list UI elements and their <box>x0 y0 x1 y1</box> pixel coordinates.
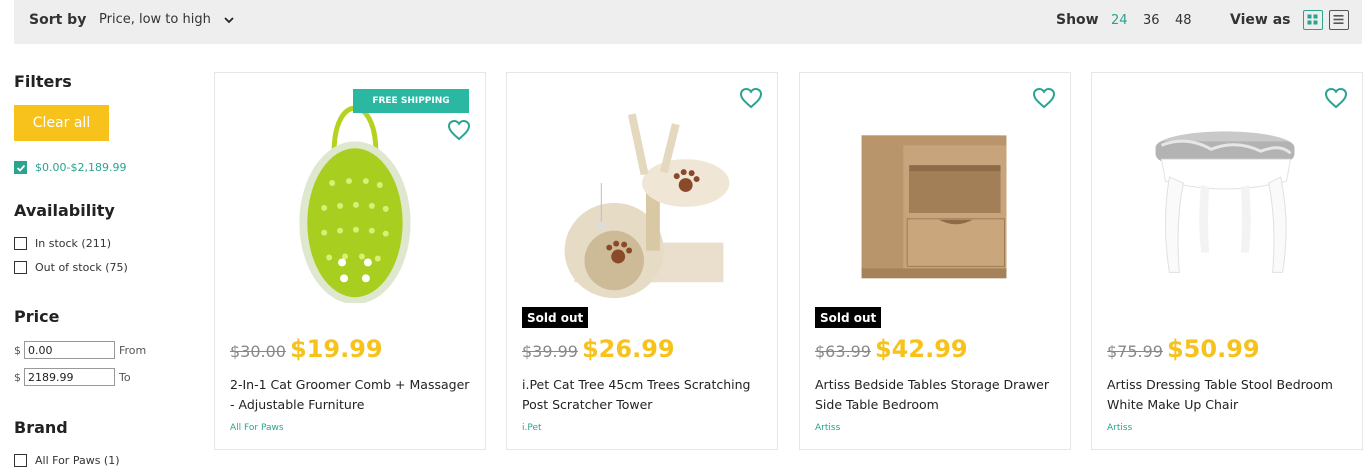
product-brand[interactable]: i.Pet <box>522 423 542 433</box>
sort-dropdown[interactable]: Price, low to high <box>99 12 235 27</box>
checkbox[interactable] <box>14 261 27 274</box>
checkbox-checked-icon <box>14 161 27 174</box>
product-card[interactable]: $75.99 $50.99 Artiss Dressing Table Stoo… <box>1091 72 1363 450</box>
view-as-label: View as <box>1230 12 1291 28</box>
show-option-48[interactable]: 48 <box>1175 13 1192 28</box>
price-heading: Price <box>14 307 60 326</box>
old-price: $30.00 <box>230 342 286 361</box>
show-label: Show <box>1056 12 1099 28</box>
free-shipping-badge: FREE SHIPPING <box>353 89 469 113</box>
heart-icon[interactable] <box>1032 87 1056 109</box>
sort-toolbar: Sort by Price, low to high Show 24 36 48… <box>14 0 1362 44</box>
filter-label: All For Paws (1) <box>35 454 120 467</box>
bedside-table-image[interactable] <box>800 73 1070 303</box>
price-from-row: $ From <box>14 341 146 359</box>
filter-in-stock[interactable]: In stock (211) <box>14 237 111 250</box>
product-title[interactable]: Artiss Bedside Tables Storage Drawer Sid… <box>815 375 1060 415</box>
price-from-label: From <box>119 343 147 357</box>
list-view-button[interactable] <box>1329 10 1349 30</box>
filter-label: In stock (211) <box>35 237 111 250</box>
show-option-24[interactable]: 24 <box>1111 13 1128 28</box>
grid-icon <box>1307 14 1318 25</box>
price-group: $30.00 $19.99 <box>230 335 383 363</box>
product-title[interactable]: 2-In-1 Cat Groomer Comb + Massager - Adj… <box>230 375 475 415</box>
product-brand[interactable]: Artiss <box>1107 423 1132 433</box>
price-to-row: $ To <box>14 368 131 386</box>
price-group: $63.99 $42.99 <box>815 335 968 363</box>
product-brand[interactable]: Artiss <box>815 423 840 433</box>
filter-out-of-stock[interactable]: Out of stock (75) <box>14 261 128 274</box>
heart-icon[interactable] <box>739 87 763 109</box>
product-card[interactable]: Sold out $63.99 $42.99 Artiss Bedside Ta… <box>799 72 1071 450</box>
old-price: $39.99 <box>522 342 578 361</box>
sort-label: Sort by <box>29 12 87 28</box>
heart-icon[interactable] <box>447 119 471 141</box>
sold-out-badge: Sold out <box>815 307 882 328</box>
sale-price: $42.99 <box>874 335 968 363</box>
filter-brand-all-for-paws[interactable]: All For Paws (1) <box>14 454 120 467</box>
sort-value: Price, low to high <box>99 12 211 27</box>
old-price: $75.99 <box>1107 342 1163 361</box>
product-title[interactable]: i.Pet Cat Tree 45cm Trees Scratching Pos… <box>522 375 767 415</box>
product-title[interactable]: Artiss Dressing Table Stool Bedroom Whit… <box>1107 375 1352 415</box>
active-price-filter[interactable]: $0.00-$2,189.99 <box>14 161 126 174</box>
checkbox[interactable] <box>14 454 27 467</box>
brand-heading: Brand <box>14 418 68 437</box>
grid-view-button[interactable] <box>1303 10 1323 30</box>
show-option-36[interactable]: 36 <box>1143 13 1160 28</box>
heart-icon[interactable] <box>1324 87 1348 109</box>
chevron-down-icon <box>224 16 234 23</box>
product-card[interactable]: FREE SHIPPING $30.00 $19.99 2-In-1 Cat G… <box>214 72 486 450</box>
sale-price: $19.99 <box>289 335 383 363</box>
sale-price: $50.99 <box>1166 335 1260 363</box>
price-to-input[interactable] <box>24 368 115 386</box>
dressing-stool-image[interactable] <box>1092 73 1362 303</box>
availability-heading: Availability <box>14 201 115 220</box>
sold-out-badge: Sold out <box>522 307 589 328</box>
price-group: $39.99 $26.99 <box>522 335 675 363</box>
product-card[interactable]: Sold out $39.99 $26.99 i.Pet Cat Tree 45… <box>506 72 778 450</box>
currency-symbol: $ <box>14 343 21 357</box>
old-price: $63.99 <box>815 342 871 361</box>
checkbox[interactable] <box>14 237 27 250</box>
cat-tree-image[interactable] <box>507 73 777 303</box>
price-to-label: To <box>119 370 131 384</box>
sale-price: $26.99 <box>581 335 675 363</box>
filters-heading: Filters <box>14 72 72 91</box>
product-brand[interactable]: All For Paws <box>230 423 284 433</box>
price-from-input[interactable] <box>24 341 115 359</box>
filter-label: Out of stock (75) <box>35 261 128 274</box>
price-group: $75.99 $50.99 <box>1107 335 1260 363</box>
currency-symbol: $ <box>14 370 21 384</box>
clear-all-button[interactable]: Clear all <box>14 105 109 141</box>
list-icon <box>1333 15 1344 24</box>
active-filter-label: $0.00-$2,189.99 <box>35 161 127 174</box>
